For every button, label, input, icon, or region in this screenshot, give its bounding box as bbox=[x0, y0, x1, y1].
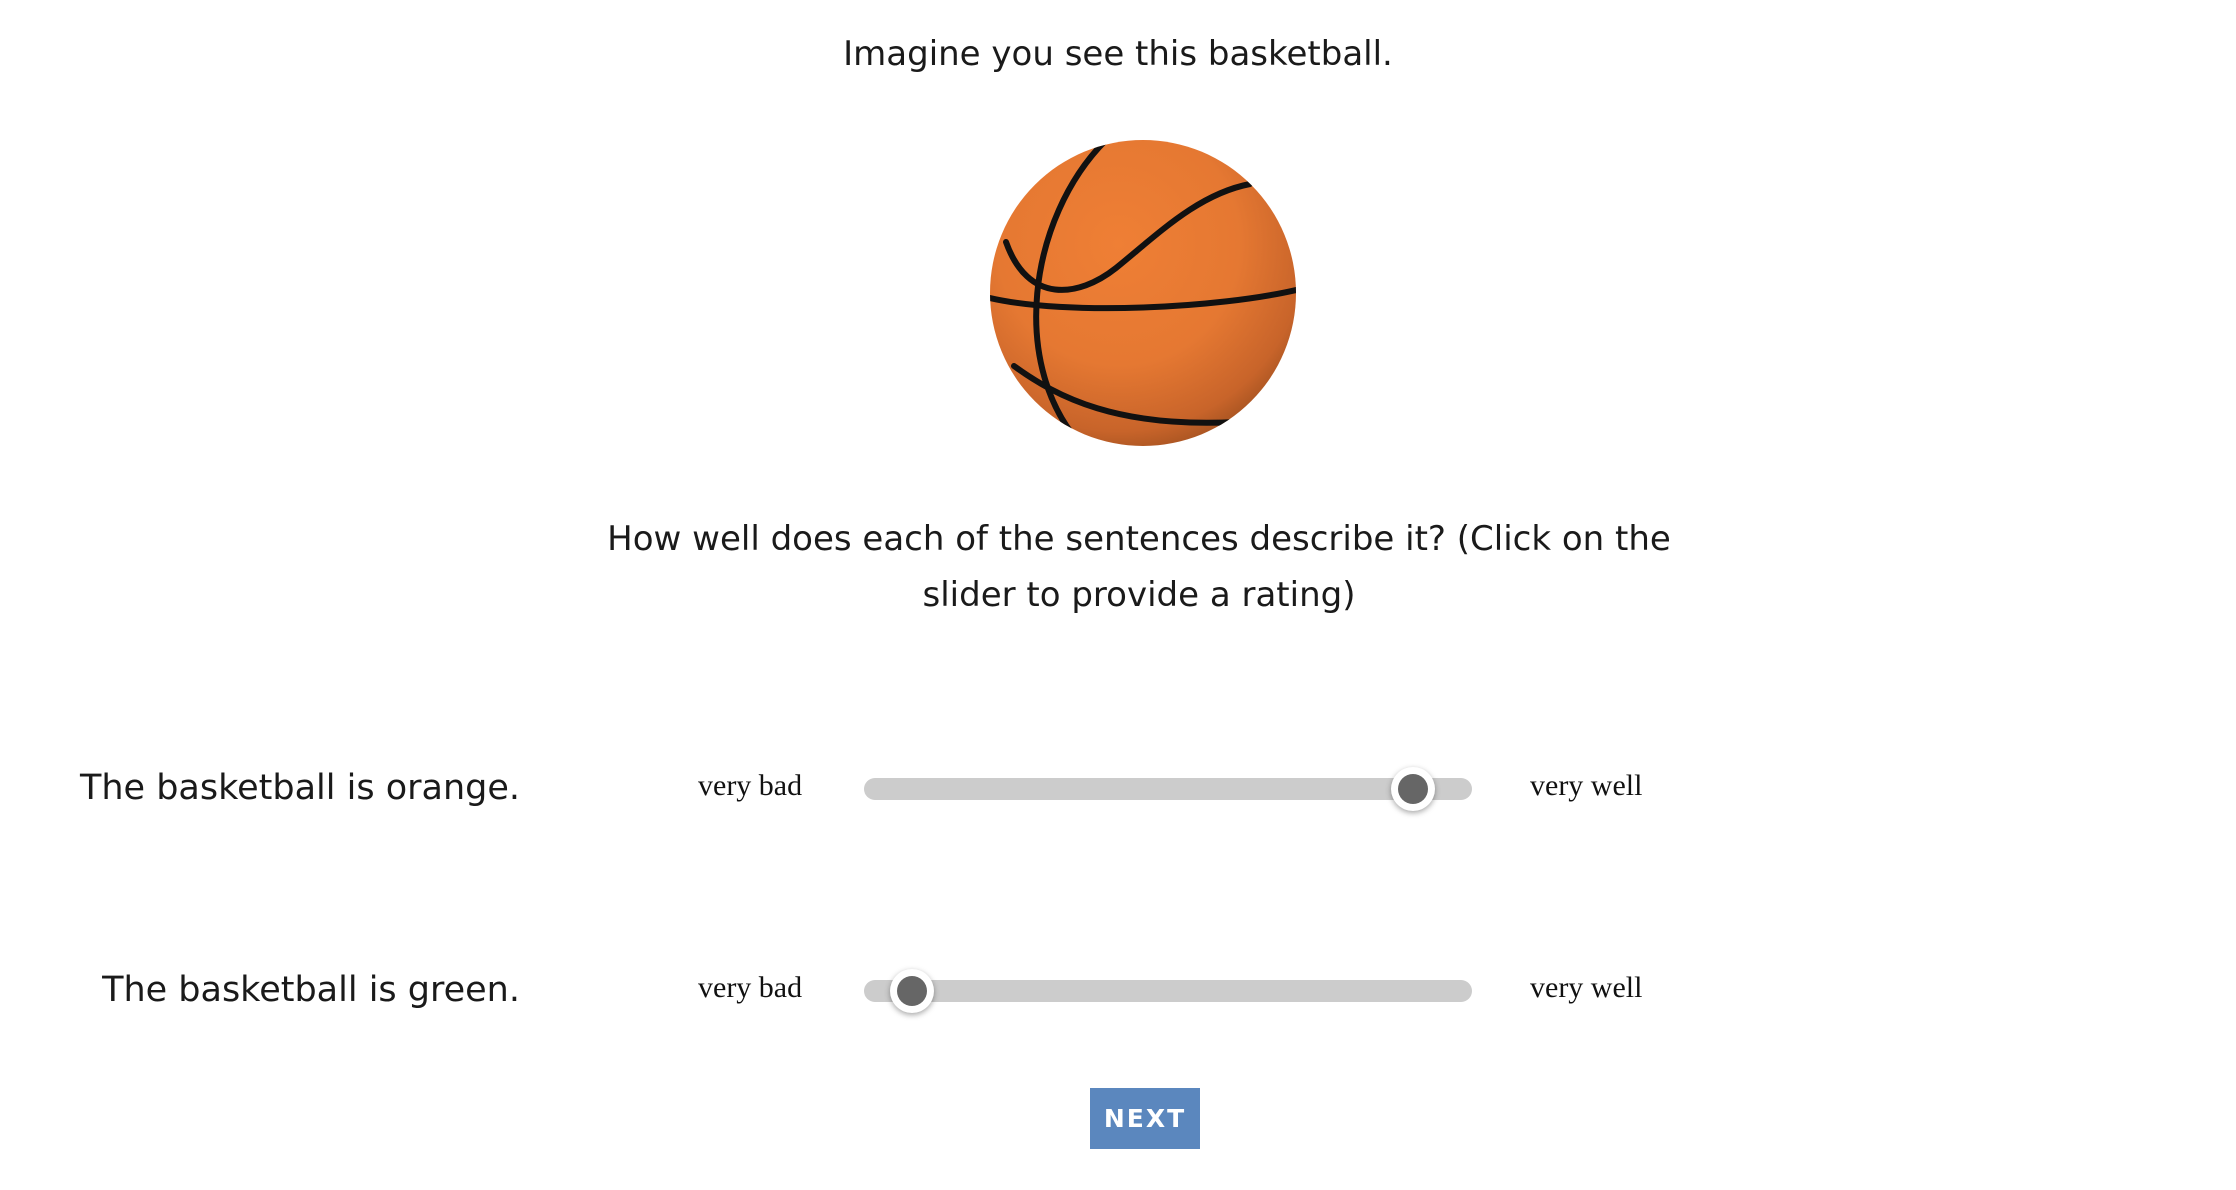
rating-row: The basketball is green. very bad very w… bbox=[0, 950, 2236, 1030]
basketball-icon bbox=[988, 138, 1298, 448]
question-text: How well does each of the sentences desc… bbox=[607, 519, 1671, 615]
slider-high-label: very well bbox=[1530, 971, 1643, 1004]
rating-sentence: The basketball is orange. bbox=[79, 768, 520, 808]
rating-slider[interactable] bbox=[864, 969, 1472, 1013]
slider-low-label: very bad bbox=[698, 769, 803, 802]
slider-thumb[interactable] bbox=[1390, 767, 1435, 811]
rating-sentence: The basketball is green. bbox=[102, 970, 520, 1010]
rating-slider[interactable] bbox=[864, 767, 1472, 811]
next-button[interactable]: NEXT bbox=[1090, 1088, 1200, 1149]
rating-row: The basketball is orange. very bad very … bbox=[0, 748, 2236, 828]
slider-high-label: very well bbox=[1530, 769, 1643, 802]
intro-text: Imagine you see this basketball. bbox=[843, 34, 1393, 74]
slider-thumb[interactable] bbox=[890, 969, 935, 1013]
slider-low-label: very bad bbox=[698, 971, 803, 1004]
